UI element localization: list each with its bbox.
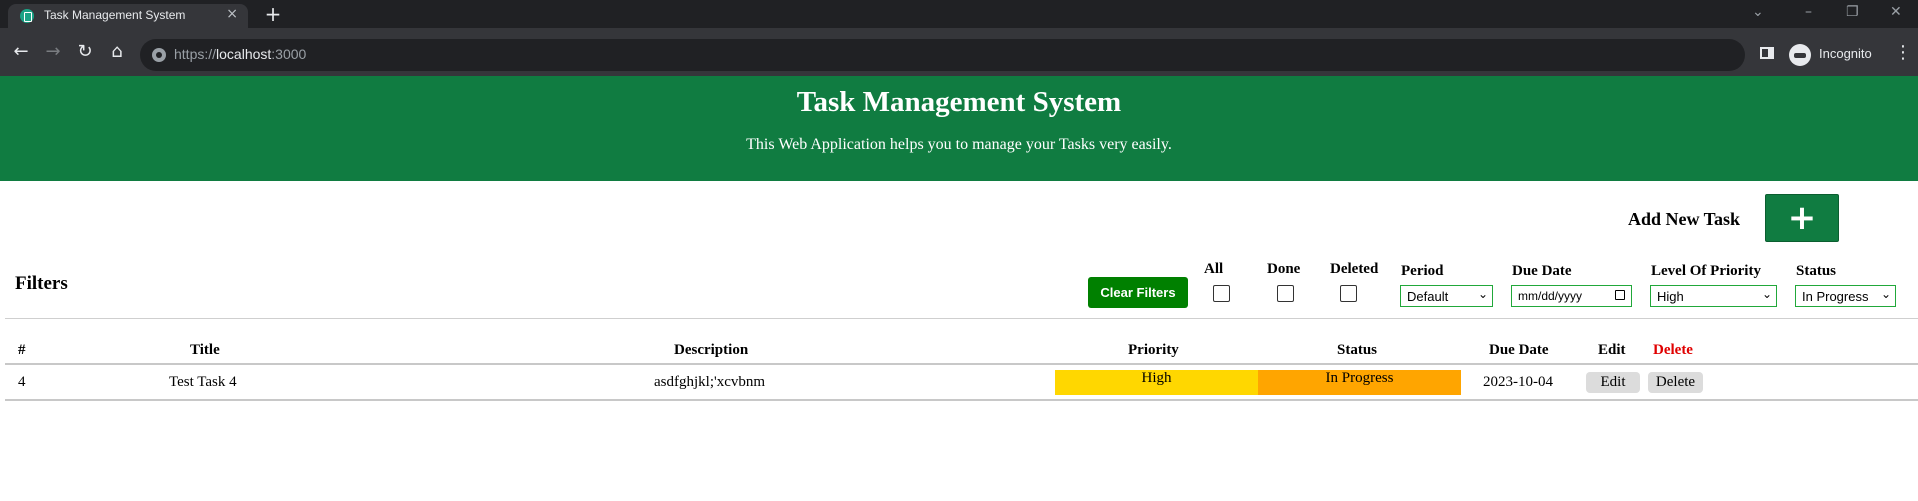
chevron-down-icon: ⌄: [1477, 287, 1488, 301]
table-bottom-divider: [5, 399, 1918, 401]
table-header-divider: [5, 363, 1918, 365]
priority-select-value: High: [1657, 289, 1684, 304]
col-header-edit: Edit: [1598, 342, 1626, 358]
status-select-value: In Progress: [1802, 289, 1869, 304]
filter-period-label: Period: [1401, 263, 1444, 279]
browser-tab[interactable]: Task Management System ×: [8, 4, 248, 28]
tab-search-icon[interactable]: ⌄: [1752, 4, 1764, 20]
filter-done-checkbox[interactable]: [1277, 285, 1294, 302]
add-task-button[interactable]: +: [1765, 194, 1839, 242]
incognito-icon[interactable]: [1789, 44, 1811, 66]
row-status-badge: In Progress: [1258, 370, 1461, 395]
filters-divider: [5, 318, 1918, 319]
filter-status-label: Status: [1796, 263, 1837, 279]
forward-icon[interactable]: →: [41, 40, 65, 64]
filter-all-checkbox[interactable]: [1213, 285, 1230, 302]
tab-title: Task Management System: [44, 8, 186, 22]
address-bar[interactable]: https://localhost:3000: [140, 39, 1745, 71]
filter-all-label: All: [1204, 261, 1224, 277]
page-subtitle: This Web Application helps you to manage…: [746, 136, 1172, 153]
url-text: https://localhost:3000: [174, 46, 306, 62]
side-panel-icon[interactable]: [1760, 47, 1774, 59]
filter-done-label: Done: [1267, 261, 1301, 277]
url-port: :3000: [271, 46, 307, 62]
browser-tab-bar: Task Management System × + ⌄ – ❐ ✕: [0, 0, 1918, 28]
row-due-date: 2023-10-04: [1483, 374, 1553, 390]
filter-due-date-label: Due Date: [1512, 263, 1572, 279]
due-date-placeholder: mm/dd/yyyy: [1518, 289, 1583, 303]
col-header-due-date: Due Date: [1489, 342, 1549, 358]
filter-deleted-checkbox[interactable]: [1340, 285, 1357, 302]
row-title: Test Task 4: [169, 374, 237, 390]
col-header-description: Description: [674, 342, 749, 358]
window-close-icon[interactable]: ✕: [1890, 4, 1902, 20]
new-tab-icon[interactable]: +: [262, 4, 284, 26]
col-header-title: Title: [190, 342, 220, 358]
home-icon[interactable]: ⌂: [105, 40, 129, 64]
delete-button[interactable]: Delete: [1648, 372, 1703, 393]
site-info-icon[interactable]: [152, 48, 166, 62]
browser-menu-icon[interactable]: ⋮: [1894, 42, 1912, 63]
restore-icon[interactable]: ❐: [1846, 4, 1859, 20]
row-num: 4: [18, 374, 26, 390]
url-host: localhost: [216, 46, 272, 62]
col-header-delete: Delete: [1653, 342, 1693, 358]
filter-deleted-label: Deleted: [1330, 261, 1379, 277]
filter-priority-label: Level Of Priority: [1651, 263, 1761, 279]
browser-toolbar: ← → ↻ ⌂ https://localhost:3000 Incognito…: [0, 28, 1918, 76]
reload-icon[interactable]: ↻: [73, 40, 97, 64]
col-header-num: #: [18, 342, 26, 358]
page-title: Task Management System: [796, 86, 1122, 118]
col-header-priority: Priority: [1128, 342, 1179, 358]
chevron-down-icon: ⌄: [1880, 287, 1891, 301]
tab-favicon-icon: [20, 9, 34, 23]
filters-title: Filters: [15, 273, 68, 294]
chevron-down-icon: ⌄: [1761, 287, 1772, 301]
status-select[interactable]: In Progress ⌄: [1795, 285, 1896, 307]
minimize-icon[interactable]: –: [1805, 4, 1812, 20]
row-priority-badge: High: [1055, 370, 1258, 395]
tab-close-icon[interactable]: ×: [226, 6, 238, 22]
col-header-status: Status: [1337, 342, 1378, 358]
back-icon[interactable]: ←: [9, 40, 33, 64]
calendar-icon[interactable]: [1615, 290, 1625, 300]
priority-select[interactable]: High ⌄: [1650, 285, 1777, 307]
app-header: Task Management System This Web Applicat…: [0, 76, 1918, 181]
url-scheme: https://: [174, 46, 217, 62]
row-description: asdfghjkl;'xcvbnm: [654, 374, 766, 390]
period-select-value: Default: [1407, 289, 1449, 304]
clear-filters-button[interactable]: Clear Filters: [1088, 277, 1188, 308]
incognito-label[interactable]: Incognito: [1819, 46, 1872, 61]
edit-button[interactable]: Edit: [1586, 372, 1640, 393]
due-date-input[interactable]: mm/dd/yyyy: [1511, 285, 1632, 307]
period-select[interactable]: Default ⌄: [1400, 285, 1493, 307]
add-new-task-label: Add New Task: [1628, 209, 1741, 229]
